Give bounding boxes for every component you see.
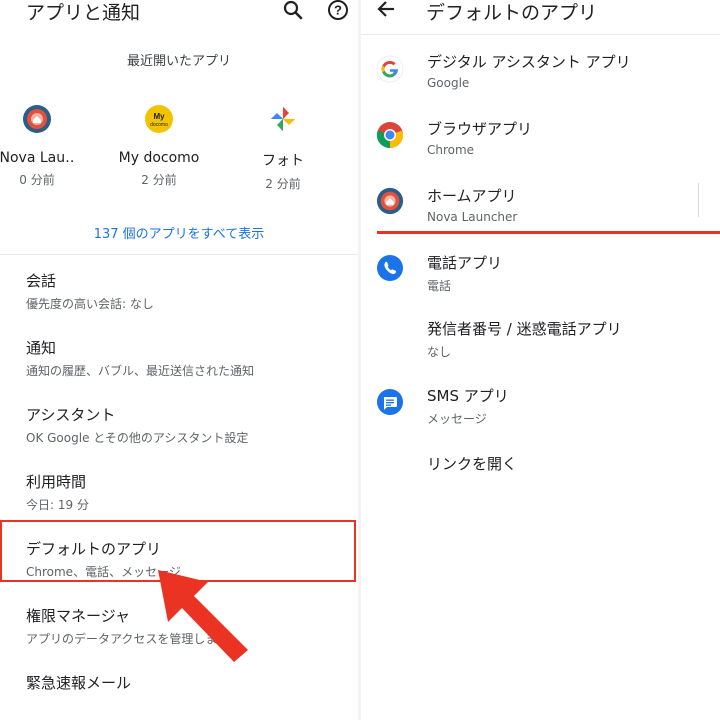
item-title: SMS アプリ	[427, 387, 509, 405]
see-all-apps-link[interactable]: 137 個のアプリをすべて表示	[0, 223, 358, 242]
settings-item-emergency-alerts[interactable]: 緊急速報メール	[26, 672, 131, 693]
item-title: 緊急速報メール	[26, 674, 132, 692]
search-icon[interactable]	[283, 0, 303, 24]
settings-item-conversations[interactable]: 会話 優先度の高い会話: なし	[26, 270, 154, 312]
item-subtitle: 優先度の高い会話: なし	[26, 297, 154, 311]
google-photos-icon	[268, 104, 298, 134]
item-subtitle: 今日: 19 分	[26, 498, 89, 512]
page-title: アプリと通知	[26, 2, 141, 24]
back-arrow-icon[interactable]	[376, 0, 396, 22]
recent-app-time: 2 分前	[141, 173, 177, 187]
recent-app-my-docomo[interactable]: My docomo My docomo 2 分前	[99, 104, 219, 188]
item-subtitle: 通知の履歴、バブル、最近送信された通知	[26, 364, 255, 378]
divider	[0, 254, 358, 255]
default-app-caller-id-spam[interactable]: 発信者番号 / 迷惑電話アプリ なし	[427, 318, 622, 360]
highlight-underline	[377, 231, 720, 234]
recent-app-name: Nova Lau‥	[0, 150, 75, 166]
item-title: リンクを開く	[427, 455, 518, 473]
item-subtitle: Google	[427, 76, 470, 90]
my-docomo-badge-line2: docomo	[150, 122, 168, 128]
item-subtitle: メッセージ	[427, 412, 487, 426]
settings-item-assistant[interactable]: アシスタント OK Google とその他のアシスタント設定	[26, 404, 248, 446]
apps-notifications-screen: アプリと通知 ? 最近開いたアプリ Nova Lau‥ 0 分前 My docom…	[0, 0, 358, 720]
default-app-digital-assistant[interactable]: デジタル アシスタント アプリ Google	[427, 51, 631, 90]
header-divider	[361, 34, 720, 35]
row-divider-mark	[698, 183, 699, 217]
default-app-home[interactable]: ホームアプリ Nova Launcher	[427, 185, 517, 224]
help-icon[interactable]: ?	[327, 0, 349, 25]
pointer-arrow	[158, 570, 248, 662]
recent-apps-header: 最近開いたアプリ	[126, 54, 231, 69]
item-subtitle: OK Google とその他のアシスタント設定	[26, 431, 249, 445]
messages-icon	[376, 388, 404, 416]
item-title: ブラウザアプリ	[427, 120, 533, 138]
item-title: 電話アプリ	[427, 254, 503, 272]
item-subtitle: Nova Launcher	[427, 210, 518, 224]
item-title: 利用時間	[26, 473, 87, 491]
recent-app-time: 2 分前	[265, 177, 301, 191]
item-subtitle: Chrome	[427, 143, 475, 157]
item-title: アシスタント	[26, 406, 116, 424]
item-title: 会話	[26, 272, 57, 290]
nova-launcher-icon	[22, 104, 52, 134]
default-app-open-links[interactable]: リンクを開く	[427, 453, 517, 474]
item-title: 通知	[26, 339, 57, 357]
recent-app-name: フォト	[262, 153, 304, 169]
settings-item-screen-time[interactable]: 利用時間 今日: 19 分	[26, 471, 89, 513]
default-app-sms[interactable]: SMS アプリ メッセージ	[427, 385, 509, 427]
settings-item-notifications[interactable]: 通知 通知の履歴、バブル、最近送信された通知	[26, 337, 254, 379]
page-title: デフォルトのアプリ	[426, 2, 598, 24]
recent-app-name: My docomo	[118, 150, 200, 166]
item-subtitle: 電話	[427, 279, 452, 293]
item-title: ホームアプリ	[427, 187, 517, 205]
item-title: デジタル アシスタント アプリ	[427, 53, 631, 71]
recent-app-photos[interactable]: フォト 2 分前	[223, 104, 343, 192]
item-title: 発信者番号 / 迷惑電話アプリ	[427, 320, 622, 338]
my-docomo-icon: My docomo	[144, 104, 174, 134]
default-app-browser[interactable]: ブラウザアプリ Chrome	[427, 118, 532, 157]
default-app-phone[interactable]: 電話アプリ 電話	[427, 252, 502, 294]
chrome-icon	[376, 121, 404, 149]
recent-app-nova[interactable]: Nova Lau‥ 0 分前	[0, 104, 97, 188]
nova-launcher-icon	[376, 187, 404, 215]
recent-app-time: 0 分前	[19, 173, 55, 187]
panel-divider	[358, 0, 361, 720]
svg-text:?: ?	[334, 3, 342, 18]
google-icon	[376, 55, 404, 83]
item-subtitle: なし	[427, 345, 452, 359]
my-docomo-badge-line1: My	[153, 112, 165, 121]
phone-icon	[376, 254, 404, 282]
